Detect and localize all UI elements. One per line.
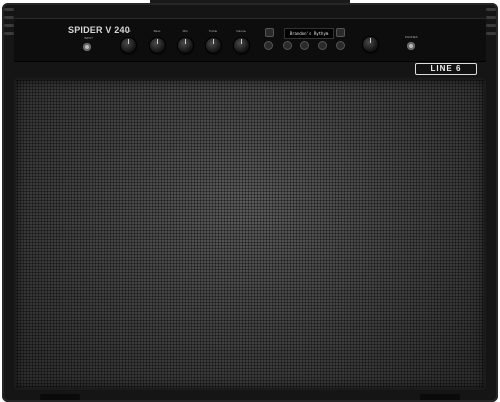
knob-label-bass: Bass: [153, 29, 161, 33]
gain-knob[interactable]: [121, 38, 136, 53]
brand-logo: LINE 6: [415, 63, 477, 75]
right-foot: [420, 394, 460, 400]
preset-select-button[interactable]: [301, 42, 308, 49]
mid-knob[interactable]: [178, 38, 193, 53]
preset-down-button[interactable]: [284, 42, 291, 49]
master-knob[interactable]: [363, 37, 378, 52]
knob-label-gain: Gain: [124, 29, 132, 33]
speaker-grille: [14, 78, 486, 390]
knob-label-mid: Mid: [182, 29, 188, 33]
knob-label-volume: Volume: [235, 29, 246, 33]
right-corner-protector: [484, 3, 498, 63]
tuner-button[interactable]: [337, 29, 344, 36]
save-button[interactable]: [337, 42, 344, 49]
input-jack-label: INPUT: [84, 36, 93, 40]
preset-display: Brandon's Rythym: [284, 28, 334, 39]
input-jack[interactable]: [83, 43, 91, 51]
treble-knob[interactable]: [206, 38, 221, 53]
volume-knob[interactable]: [234, 38, 249, 53]
tap-tempo-button[interactable]: [266, 29, 273, 36]
fx-button[interactable]: [265, 42, 272, 49]
amplifier: SPIDER V 240 INPUT Gain Bass Mid Treble …: [0, 0, 500, 402]
left-foot: [40, 394, 80, 400]
knob-label-treble: Treble: [208, 29, 218, 33]
bass-knob[interactable]: [150, 38, 165, 53]
phones-jack[interactable]: [407, 42, 415, 50]
preset-up-button[interactable]: [319, 42, 326, 49]
phones-jack-label: PHONES: [405, 35, 418, 39]
